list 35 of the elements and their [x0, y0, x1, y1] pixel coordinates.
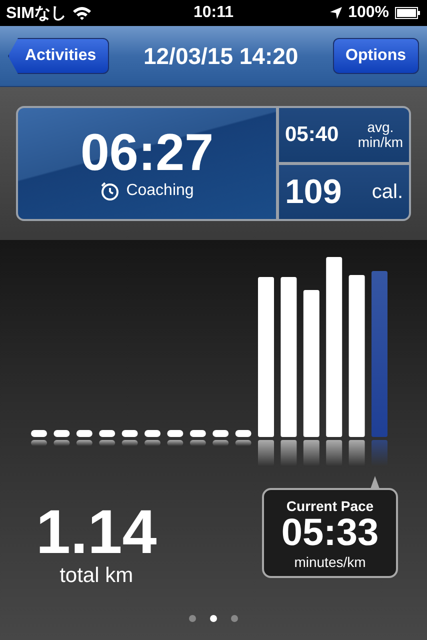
options-button[interactable]: Options [332, 38, 419, 74]
pace-bar [190, 430, 206, 446]
pace-bar [54, 430, 70, 446]
page-indicator-dot[interactable] [231, 615, 238, 622]
carrier-text: SIMなし [6, 4, 66, 24]
pace-bar [31, 430, 47, 446]
current-pace-title: Current Pace [286, 498, 374, 514]
pace-bar [144, 430, 160, 446]
pace-unit: min/km [358, 135, 403, 150]
coaching-label: Coaching [126, 182, 194, 200]
pace-bar [99, 430, 116, 446]
stopwatch-icon [100, 180, 120, 200]
calories-value: 109 [285, 172, 342, 212]
duration-value: 06:27 [80, 126, 214, 178]
calories-unit: cal. [372, 180, 403, 204]
activity-date-title: 12/03/15 14:20 [143, 42, 298, 70]
distance-value: 1.14 [36, 502, 157, 564]
pace-bar [212, 430, 229, 446]
page-indicator-dot[interactable] [189, 615, 196, 622]
battery-icon [395, 7, 421, 19]
current-pace-unit: minutes/km [294, 554, 366, 570]
wifi-icon [72, 6, 92, 20]
current-pace-value: 05:33 [281, 514, 379, 554]
pace-bar [235, 430, 252, 446]
distance-unit: total km [60, 564, 134, 588]
pace-bar [122, 430, 138, 446]
location-arrow-icon [330, 7, 342, 19]
pace-bar [167, 430, 184, 446]
average-pace-value: 05:40 [285, 123, 339, 147]
pace-bar [76, 430, 92, 446]
clock-text: 10:11 [193, 4, 234, 22]
back-button[interactable]: Activities [8, 38, 110, 74]
average-label: avg. [367, 120, 394, 135]
battery-percent: 100% [348, 4, 389, 22]
page-indicator-dot[interactable] [210, 615, 217, 622]
